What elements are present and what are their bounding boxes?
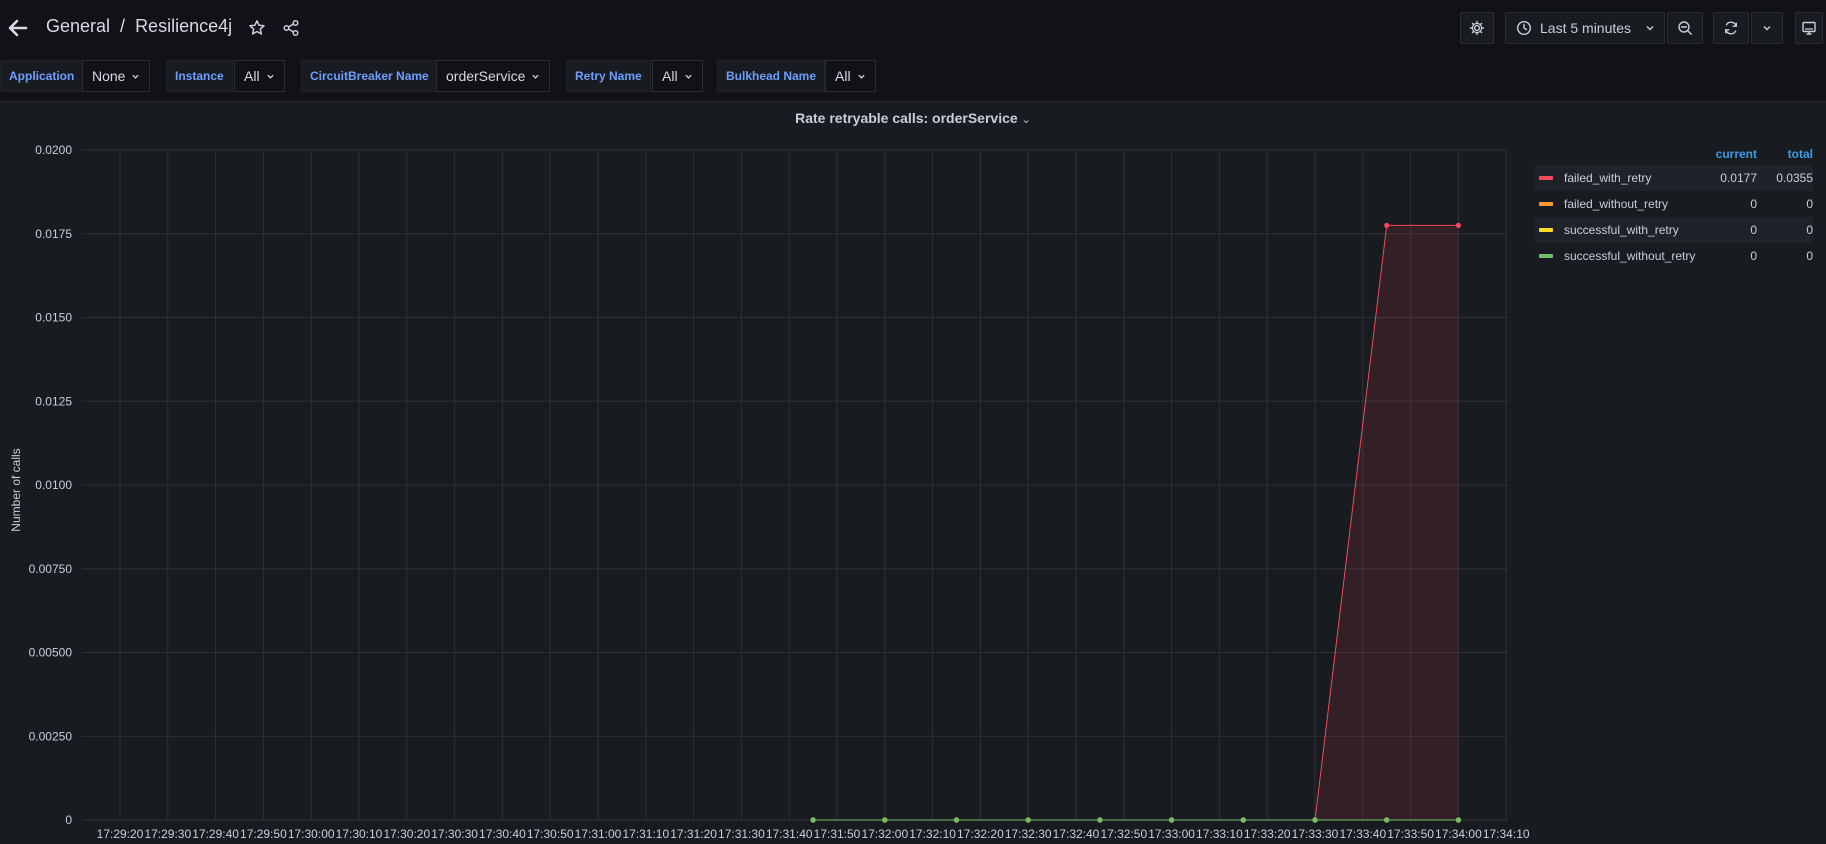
legend-header-total[interactable]: total xyxy=(1757,147,1813,165)
legend-series-name[interactable]: failed_with_retry xyxy=(1564,171,1697,185)
variable-label-retry: Retry Name xyxy=(566,60,651,92)
chevron-down-icon xyxy=(266,74,274,79)
legend-swatch xyxy=(1539,254,1553,258)
share-icon[interactable] xyxy=(277,14,305,42)
clock-icon xyxy=(1516,20,1532,36)
settings-button[interactable] xyxy=(1460,12,1494,44)
variable-label-instance: Instance xyxy=(166,60,233,92)
gear-icon xyxy=(1469,20,1485,36)
top-navbar: General / Resilience4j Last 5 minutes xyxy=(0,0,1826,56)
variable-value: All xyxy=(662,68,678,84)
monitor-icon xyxy=(1802,21,1816,35)
legend-row[interactable]: failed_with_retry 0.0177 0.0355 xyxy=(1535,165,1813,191)
dashboard-title[interactable]: Resilience4j xyxy=(135,16,232,37)
legend-series-name[interactable]: successful_without_retry xyxy=(1564,249,1697,263)
variable-label-application: Application xyxy=(0,60,84,92)
legend-total-value: 0 xyxy=(1806,197,1813,211)
time-range-label: Last 5 minutes xyxy=(1540,20,1632,36)
legend-swatch xyxy=(1539,228,1553,232)
panel-title-text: Rate retryable calls: orderService xyxy=(795,110,1018,126)
panel-title[interactable]: Rate retryable calls: orderService ⌄ xyxy=(0,110,1826,126)
legend-header-current[interactable]: current xyxy=(1697,147,1757,165)
legend-swatch xyxy=(1539,176,1553,180)
legend-table: current total failed_with_retry 0.0177 0.0… xyxy=(1535,147,1813,269)
breadcrumb: General / Resilience4j xyxy=(46,16,232,37)
variables-bar: Application None Instance All CircuitBre… xyxy=(0,60,1826,92)
breadcrumb-separator: / xyxy=(120,16,126,36)
variable-value: All xyxy=(835,68,851,84)
legend-row[interactable]: failed_without_retry 0 0 xyxy=(1535,191,1813,217)
back-arrow-icon[interactable] xyxy=(4,14,32,42)
variable-select-application[interactable]: None xyxy=(82,60,151,92)
refresh-icon xyxy=(1725,21,1737,35)
variable-select-instance[interactable]: All xyxy=(234,60,285,92)
legend-current-value: 0.0177 xyxy=(1720,171,1757,185)
breadcrumb-folder[interactable]: General xyxy=(46,16,110,37)
legend-total-value: 0 xyxy=(1806,223,1813,237)
variable-select-retry[interactable]: All xyxy=(652,60,703,92)
chevron-down-icon xyxy=(132,74,140,79)
chevron-down-icon xyxy=(532,74,540,79)
legend-series-name[interactable]: successful_with_retry xyxy=(1564,223,1697,237)
legend-current-value: 0 xyxy=(1750,197,1757,211)
chevron-down-icon xyxy=(684,74,692,79)
time-range-picker[interactable]: Last 5 minutes xyxy=(1505,12,1665,44)
variable-select-bulkhead[interactable]: All xyxy=(825,60,876,92)
legend-total-value: 0.0355 xyxy=(1776,171,1813,185)
star-icon[interactable] xyxy=(243,14,271,42)
variable-value: None xyxy=(92,68,126,84)
legend-swatch xyxy=(1539,202,1553,206)
legend-series-name[interactable]: failed_without_retry xyxy=(1564,197,1697,211)
legend-row[interactable]: successful_with_retry 0 0 xyxy=(1535,217,1813,243)
chevron-down-icon xyxy=(1763,26,1771,31)
chevron-down-icon: ⌄ xyxy=(1021,114,1031,126)
legend-row[interactable]: successful_without_retry 0 0 xyxy=(1535,243,1813,269)
variable-value: All xyxy=(244,68,260,84)
chevron-down-icon xyxy=(1646,26,1654,31)
variable-label-bulkhead: Bulkhead Name xyxy=(717,60,826,92)
tv-mode-button[interactable] xyxy=(1795,12,1823,44)
refresh-interval-dropdown[interactable] xyxy=(1751,12,1783,44)
zoom-out-icon xyxy=(1678,21,1692,35)
variable-select-circuitbreaker[interactable]: orderService xyxy=(436,60,551,92)
zoom-out-button[interactable] xyxy=(1667,12,1703,44)
legend-total-value: 0 xyxy=(1806,249,1813,263)
legend-header: current total xyxy=(1535,147,1813,165)
refresh-button[interactable] xyxy=(1713,12,1749,44)
variable-value: orderService xyxy=(446,68,526,84)
legend-current-value: 0 xyxy=(1750,249,1757,263)
chevron-down-icon xyxy=(857,74,865,79)
variable-label-circuitbreaker: CircuitBreaker Name xyxy=(301,60,438,92)
legend-current-value: 0 xyxy=(1750,223,1757,237)
